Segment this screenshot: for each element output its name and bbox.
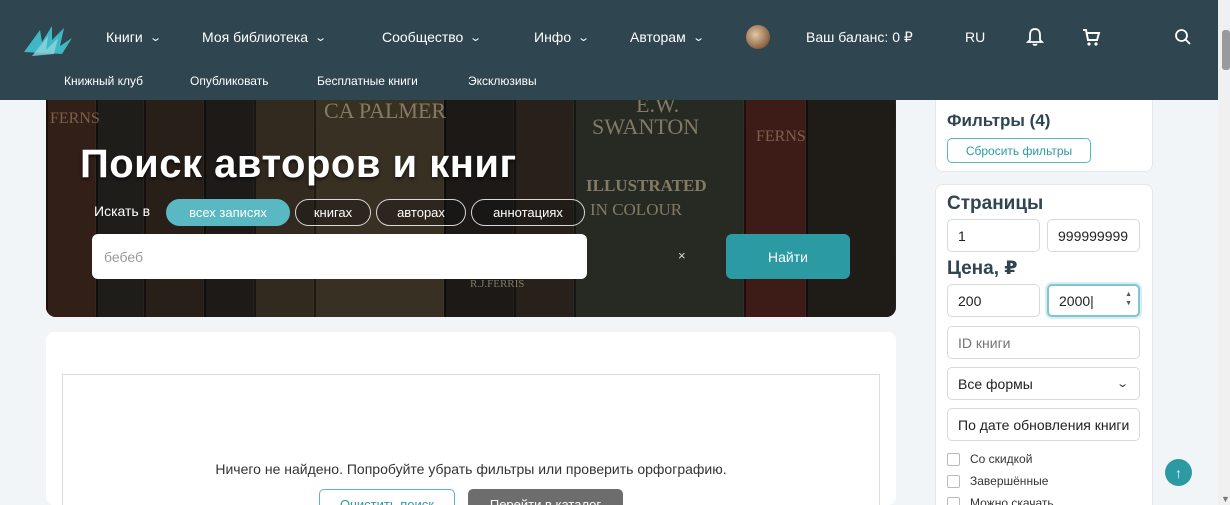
downloadable-checkbox[interactable]	[947, 496, 960, 505]
bell-icon[interactable]	[1022, 24, 1048, 50]
go-to-catalog-label: Перейти в каталог	[489, 496, 602, 505]
nav-my-library[interactable]: Моя библиотека ⌄	[202, 29, 328, 45]
chevron-down-icon: ⌄	[577, 31, 591, 44]
chevron-down-icon: ⌄	[314, 31, 328, 44]
nav-books-label: Книги	[106, 29, 143, 45]
page-title: Поиск авторов и книг	[80, 142, 517, 186]
scope-chip-authors[interactable]: авторах	[376, 199, 466, 226]
text-cursor: |	[1090, 292, 1094, 309]
pages-from-input[interactable]	[947, 219, 1040, 252]
pages-to-input[interactable]	[1047, 219, 1140, 252]
user-avatar[interactable]	[746, 25, 770, 49]
scope-chip-label: всех записях	[189, 205, 267, 220]
finished-checkbox-label: Завершённые	[970, 474, 1049, 488]
scope-chip-books[interactable]: книгах	[295, 199, 371, 226]
subnav-publish[interactable]: Опубликовать	[190, 74, 268, 88]
subnav-free-books[interactable]: Бесплатные книги	[317, 74, 418, 88]
price-to-value: 2000	[1059, 292, 1091, 309]
find-button[interactable]: Найти	[726, 234, 850, 279]
downloadable-checkbox-row[interactable]: Можно скачать	[947, 496, 1054, 505]
scrollbar-thumb[interactable]	[1222, 30, 1230, 70]
chevron-down-icon: ⌄	[469, 31, 483, 44]
discount-checkbox-row[interactable]: Со скидкой	[947, 452, 1032, 466]
sort-select-value: По дате обновления книги	[958, 416, 1130, 433]
filters-title: Фильтры (4)	[947, 111, 1051, 130]
nav-authors-label: Авторам	[630, 29, 686, 45]
scope-chip-label: авторах	[397, 205, 445, 220]
book-id-input[interactable]	[947, 326, 1140, 359]
nav-community-label: Сообщество	[382, 29, 464, 45]
results-empty-box	[62, 374, 880, 505]
forms-select[interactable]: Все формы ⌄	[947, 367, 1140, 400]
scope-chip-all[interactable]: всех записях	[166, 199, 290, 226]
chevron-down-icon: ⌄	[148, 31, 162, 44]
nav-my-library-label: Моя библиотека	[202, 29, 309, 45]
nav-books[interactable]: Книги ⌄	[106, 29, 162, 45]
scope-chip-label: книгах	[313, 205, 353, 220]
balance-link[interactable]: Ваш баланс: 0 ₽	[806, 29, 913, 46]
discount-checkbox-label: Со скидкой	[970, 452, 1033, 466]
scroll-to-top-icon[interactable]: ↑	[1165, 459, 1192, 486]
search-input[interactable]	[92, 234, 587, 279]
site-logo-icon[interactable]	[22, 22, 76, 58]
search-icon[interactable]	[1170, 24, 1196, 50]
discount-checkbox[interactable]	[947, 452, 960, 466]
clear-search-icon[interactable]: ×	[678, 248, 686, 263]
price-title: Цена, ₽	[947, 258, 1018, 279]
price-to-input[interactable]: 2000 | ▲ ▼	[1047, 284, 1140, 317]
find-button-label: Найти	[768, 248, 808, 265]
scroll-down-arrow-icon[interactable]: ▼	[1221, 494, 1230, 504]
subnav-exclusives[interactable]: Эксклюзивы	[468, 74, 537, 88]
scrollbar[interactable]	[1218, 0, 1230, 505]
scope-chip-annotations[interactable]: аннотациях	[471, 199, 585, 226]
reset-filters-button[interactable]: Сбросить фильтры	[947, 138, 1091, 163]
subnav-book-club[interactable]: Книжный клуб	[64, 74, 143, 88]
chevron-down-icon: ⌄	[691, 31, 705, 44]
nav-authors[interactable]: Авторам ⌄	[630, 29, 705, 45]
clear-search-label: Очистить поиск	[340, 496, 434, 505]
nav-community[interactable]: Сообщество ⌄	[382, 29, 483, 45]
stepper-arrows-icon[interactable]: ▲ ▼	[1125, 290, 1132, 308]
pages-title: Страницы	[947, 193, 1044, 214]
search-in-label: Искать в	[94, 203, 151, 219]
reset-filters-label: Сбросить фильтры	[965, 143, 1073, 158]
nav-info[interactable]: Инфо ⌄	[534, 29, 591, 45]
sort-select[interactable]: По дате обновления книги	[947, 408, 1140, 441]
language-switch[interactable]: RU	[965, 29, 985, 45]
nav-info-label: Инфо	[534, 29, 572, 45]
scope-chip-label: аннотациях	[493, 205, 563, 220]
language-label: RU	[965, 29, 986, 45]
balance-label: Ваш баланс: 0 ₽	[806, 29, 913, 45]
downloadable-checkbox-label: Можно скачать	[970, 496, 1054, 505]
price-from-input[interactable]	[947, 284, 1040, 317]
empty-results-message: Ничего не найдено. Попробуйте убрать фил…	[215, 461, 727, 477]
cart-icon[interactable]	[1078, 24, 1104, 50]
clear-search-button[interactable]: Очистить поиск	[319, 489, 455, 505]
forms-select-value: Все формы	[958, 375, 1033, 392]
top-navbar: Книги ⌄ Моя библиотека ⌄ Сообщество ⌄ Ин…	[0, 0, 1230, 100]
search-hero: CA PALMER E.W. SWANTON ILLUSTRATED IN CO…	[46, 100, 896, 317]
go-to-catalog-button[interactable]: Перейти в каталог	[468, 489, 623, 505]
finished-checkbox[interactable]	[947, 474, 960, 488]
chevron-down-icon: ⌄	[1115, 378, 1129, 390]
finished-checkbox-row[interactable]: Завершённые	[947, 474, 1048, 488]
